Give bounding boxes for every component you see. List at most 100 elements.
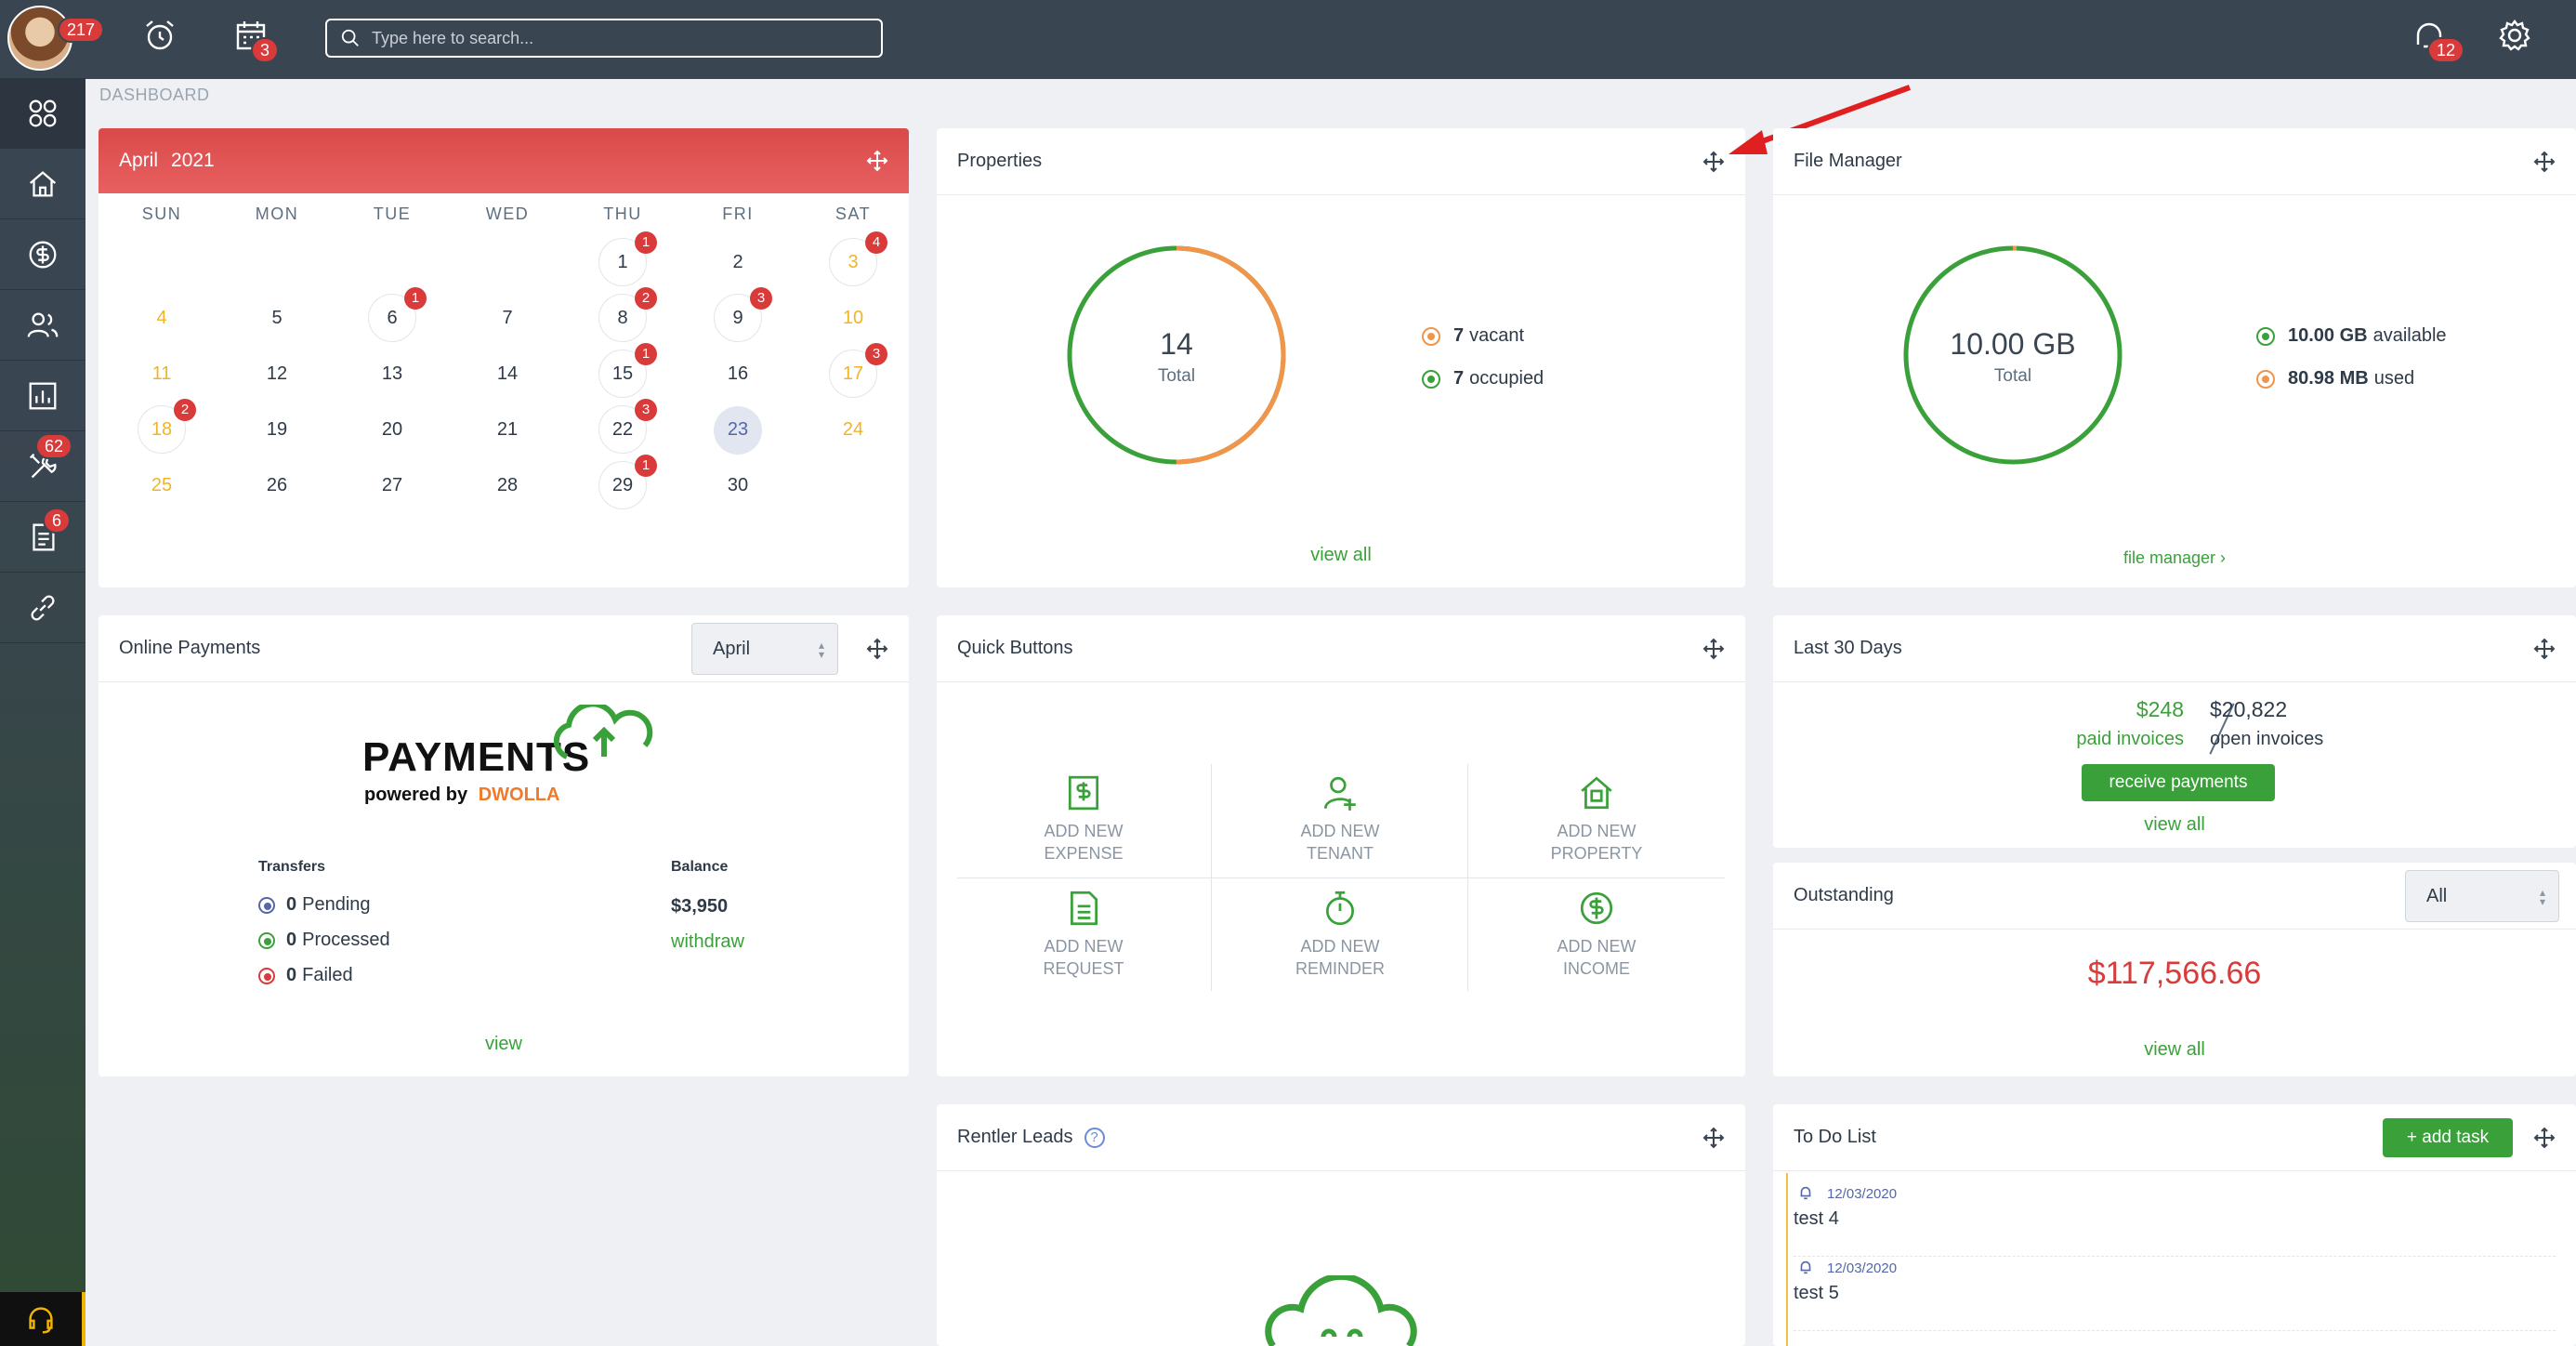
calendar-event-badge: 2 xyxy=(635,287,657,310)
rentler-leads-card: Rentler Leads ? xyxy=(937,1104,1745,1346)
documents-icon[interactable]: 6 xyxy=(0,502,85,573)
calendar-day[interactable]: 22 3 xyxy=(565,399,680,454)
calendar-day[interactable]: 25 xyxy=(104,461,219,509)
calendar-day[interactable]: 23 xyxy=(680,405,795,455)
properties-view-all-link[interactable]: view all xyxy=(937,545,1745,566)
todo-list-title: To Do List xyxy=(1794,1127,1876,1147)
storage-total-label: Total xyxy=(1993,366,2032,386)
todo-date: 12/03/2020 xyxy=(1827,1186,1898,1202)
todo-item[interactable]: 12/03/2020 test 4 xyxy=(1794,1184,2556,1257)
calendar-day[interactable]: 24 xyxy=(795,405,911,454)
calendar-day[interactable]: 11 xyxy=(565,231,680,286)
calendar-day[interactable]: 16 xyxy=(680,350,795,398)
calendar-day[interactable]: 18 2 xyxy=(104,399,219,454)
calendar-day[interactable]: 15 1 xyxy=(565,343,680,398)
calendar-event-badge: 1 xyxy=(635,231,657,254)
reports-chart-icon[interactable] xyxy=(0,361,85,431)
receive-payments-button[interactable]: receive payments xyxy=(2082,764,2275,801)
occupied-dot-icon xyxy=(1422,369,1440,389)
todo-item[interactable]: 12/03/2020 test 5 xyxy=(1794,1259,2556,1331)
processed-dot-icon xyxy=(258,931,275,949)
outstanding-view-all-link[interactable]: view all xyxy=(1773,1039,2576,1061)
powered-by-label: powered by xyxy=(364,785,468,805)
calendar-day-number: 29 xyxy=(611,475,634,495)
calendar-day-number: 23 xyxy=(727,419,749,440)
calendar-day-number: 1 xyxy=(617,252,628,272)
move-handle-icon[interactable] xyxy=(2533,638,2556,660)
calendar-day[interactable]: 12 xyxy=(219,350,335,398)
calendar-day[interactable]: 30 xyxy=(680,461,795,509)
pending-dot-icon xyxy=(258,896,275,914)
payments-view-link[interactable]: view xyxy=(99,1034,909,1055)
move-handle-icon[interactable] xyxy=(866,150,888,172)
calendar-day[interactable]: 10 xyxy=(795,294,911,342)
file-manager-link[interactable]: file manager › xyxy=(1773,548,2576,568)
withdraw-link[interactable]: withdraw xyxy=(671,931,744,953)
qb-line1: ADD NEW xyxy=(1557,822,1636,840)
calendar-day[interactable]: 93 xyxy=(680,287,795,342)
calendar-card: April 2021 SUN MON TUE WED THU FRI SAT 1 1 2 3 4 4 5 6… xyxy=(99,128,909,587)
add-expense-button[interactable]: ADD NEW EXPENSE xyxy=(955,773,1212,889)
calendar-badge: 3 xyxy=(251,37,280,63)
weekday-label: THU xyxy=(603,205,642,223)
vacant-dot-icon xyxy=(1422,326,1440,346)
help-question-icon[interactable]: ? xyxy=(1084,1127,1105,1148)
move-handle-icon[interactable] xyxy=(1702,638,1725,660)
move-handle-icon[interactable] xyxy=(1702,1127,1725,1149)
calendar-day[interactable]: 20 xyxy=(335,405,450,454)
quick-buttons-title: Quick Buttons xyxy=(957,638,1073,658)
calendar-day[interactable]: 2 xyxy=(680,238,795,286)
payments-month-select[interactable]: April ▴ ▾ xyxy=(691,623,838,675)
settings-gear-icon[interactable] xyxy=(2496,17,2533,59)
add-income-button[interactable]: ADD NEW INCOME xyxy=(1468,889,1725,1004)
dollar-icon[interactable] xyxy=(0,219,85,290)
calendar-day[interactable]: 13 xyxy=(335,350,450,398)
add-property-button[interactable]: ADD NEW PROPERTY xyxy=(1468,773,1725,889)
dashboard-grid-icon[interactable] xyxy=(0,78,85,149)
add-tenant-button[interactable]: ADD NEW TENANT xyxy=(1212,773,1468,889)
calendar-day[interactable]: 29 1 xyxy=(565,455,680,509)
calendar-day[interactable]: 34 xyxy=(795,231,911,286)
calendar-day[interactable]: 19 xyxy=(219,405,335,454)
calendar-day[interactable]: 5 xyxy=(219,294,335,342)
calendar-day[interactable]: 7 xyxy=(450,294,565,342)
calendar-day[interactable]: 4 xyxy=(104,294,219,342)
weekday-label: SUN xyxy=(141,205,182,223)
last30-view-all-link[interactable]: view all xyxy=(1773,814,2576,836)
users-icon[interactable] xyxy=(0,290,85,361)
todo-text: test 5 xyxy=(1794,1283,1839,1303)
calendar-day[interactable]: 17 3 xyxy=(795,343,911,398)
link-icon[interactable] xyxy=(0,573,85,643)
calendar-day-number: 21 xyxy=(496,419,519,440)
calendar-day-number: 27 xyxy=(381,475,403,495)
documents-badge: 6 xyxy=(43,508,72,534)
add-request-button[interactable]: ADD NEW REQUEST xyxy=(955,889,1212,1004)
calendar-day-number: 5 xyxy=(271,308,283,328)
move-handle-icon[interactable] xyxy=(2533,1127,2556,1149)
move-handle-icon[interactable] xyxy=(866,638,888,660)
calendar-day-number: 30 xyxy=(727,475,749,495)
calendar-day[interactable]: 26 xyxy=(219,461,335,509)
tools-icon[interactable]: 62 xyxy=(0,431,85,502)
add-reminder-button[interactable]: ADD NEW REMINDER xyxy=(1212,889,1468,1004)
move-handle-icon[interactable] xyxy=(2533,151,2556,173)
add-task-button[interactable]: + add task xyxy=(2383,1118,2513,1157)
home-icon[interactable] xyxy=(0,149,85,219)
calendar-day[interactable]: 28 xyxy=(450,461,565,509)
calendar-day[interactable]: 82 xyxy=(565,287,680,342)
search-input[interactable] xyxy=(372,28,855,48)
calendar-day[interactable]: 27 xyxy=(335,461,450,509)
alerts-alarm-icon[interactable]: 217 xyxy=(58,17,178,59)
calendar-day[interactable]: 21 xyxy=(450,405,565,454)
breadcrumb: DASHBOARD xyxy=(99,86,210,104)
outstanding-filter-select[interactable]: All ▴ ▾ xyxy=(2405,870,2559,922)
weekday-label: WED xyxy=(485,205,530,223)
calendar-day[interactable]: 14 xyxy=(450,350,565,398)
support-headset-button[interactable] xyxy=(0,1292,85,1346)
calendar-day[interactable]: 61 xyxy=(335,287,450,342)
calendar-day-number: 15 xyxy=(611,363,634,384)
calendar-day[interactable]: 11 xyxy=(104,350,219,398)
search-icon xyxy=(341,29,359,46)
available-legend: 10.00 GB available xyxy=(2256,325,2447,347)
rentler-leads-title: Rentler Leads xyxy=(957,1127,1073,1147)
